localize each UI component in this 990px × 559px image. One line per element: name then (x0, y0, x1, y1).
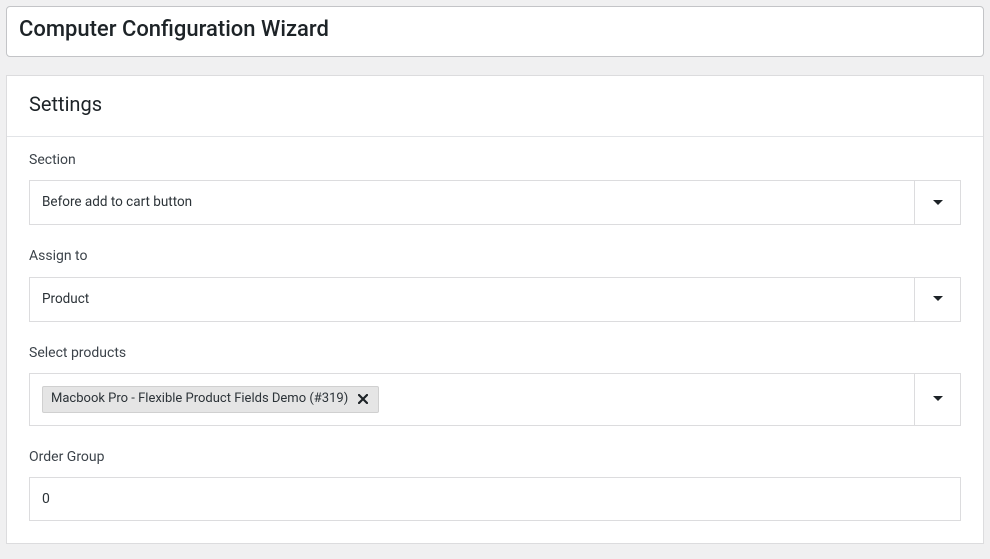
order-group-input[interactable] (29, 477, 961, 521)
assign-to-select[interactable]: Product (29, 277, 961, 322)
product-chip-remove[interactable] (356, 392, 370, 406)
select-products-value: Macbook Pro - Flexible Product Fields De… (30, 374, 914, 424)
page-wrapper: Computer Configuration Wizard Settings S… (0, 0, 990, 550)
close-icon (358, 394, 368, 404)
chevron-down-icon (932, 395, 944, 403)
title-panel: Computer Configuration Wizard (6, 6, 984, 57)
order-group-row: Order Group (29, 448, 961, 522)
section-select[interactable]: Before add to cart button (29, 180, 961, 225)
select-products-select[interactable]: Macbook Pro - Flexible Product Fields De… (29, 373, 961, 425)
chevron-down-icon (932, 199, 944, 207)
settings-body: Section Before add to cart button Assign… (7, 137, 983, 543)
section-row: Section Before add to cart button (29, 151, 961, 225)
assign-to-row: Assign to Product (29, 247, 961, 321)
settings-header: Settings (7, 76, 983, 137)
page-title: Computer Configuration Wizard (19, 15, 971, 46)
chevron-down-icon (932, 295, 944, 303)
product-chip-label: Macbook Pro - Flexible Product Fields De… (51, 390, 348, 408)
section-dropdown-arrow (914, 181, 960, 224)
settings-panel: Settings Section Before add to cart butt… (6, 75, 984, 544)
assign-to-label: Assign to (29, 247, 961, 267)
settings-heading: Settings (29, 90, 961, 118)
select-products-dropdown-arrow (914, 374, 960, 424)
product-chip: Macbook Pro - Flexible Product Fields De… (42, 386, 379, 412)
select-products-row: Select products Macbook Pro - Flexible P… (29, 344, 961, 426)
order-group-label: Order Group (29, 448, 961, 468)
assign-to-dropdown-arrow (914, 278, 960, 321)
section-select-value: Before add to cart button (30, 181, 914, 224)
section-label: Section (29, 151, 961, 171)
select-products-label: Select products (29, 344, 961, 364)
assign-to-select-value: Product (30, 278, 914, 321)
